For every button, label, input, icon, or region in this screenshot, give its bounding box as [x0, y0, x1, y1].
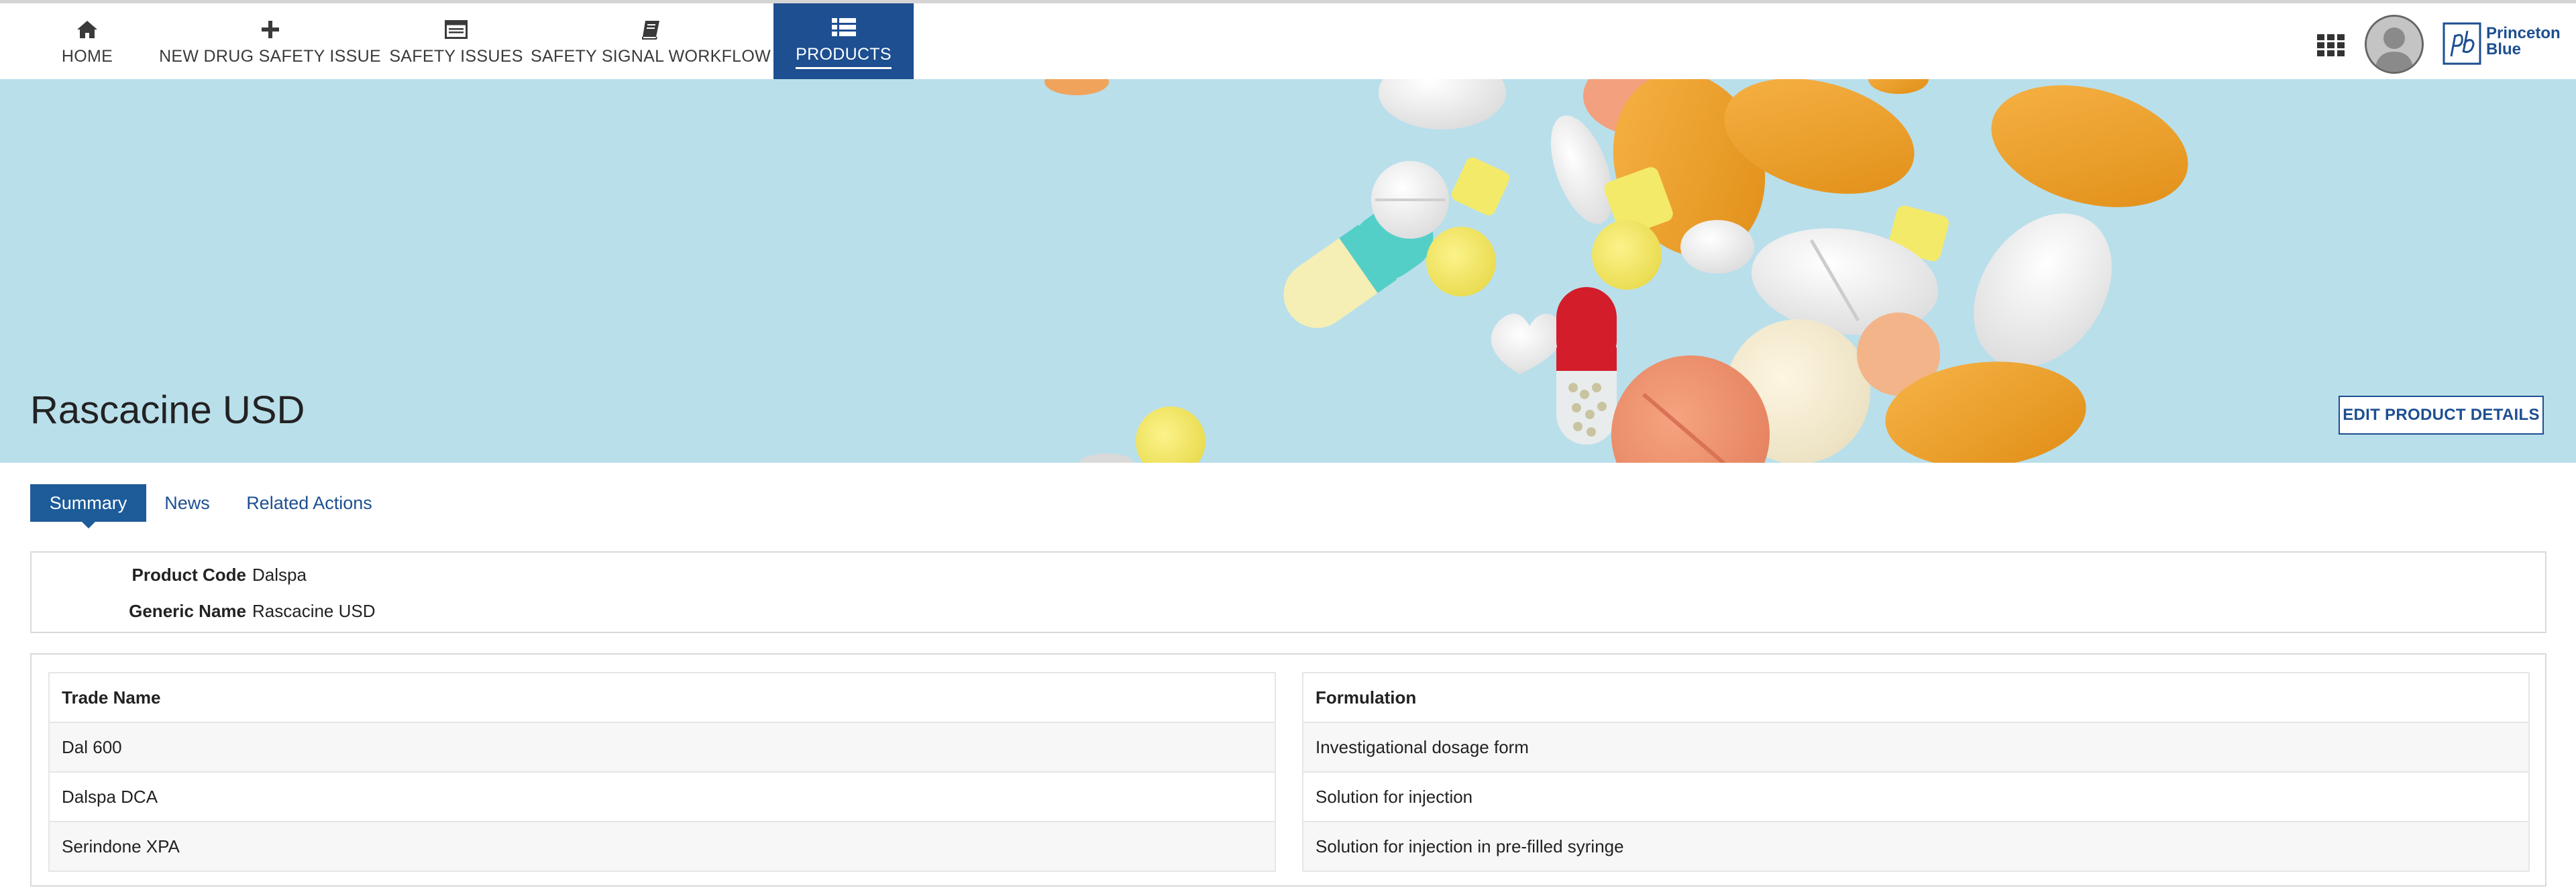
list-window-icon [445, 16, 468, 43]
table-row: Serindone XPA [48, 821, 1276, 872]
formulation-cell: Investigational dosage form [1302, 722, 2530, 773]
table-list-icon [830, 14, 857, 41]
product-title: Rascacine USD [30, 388, 305, 432]
app-grid-icon[interactable] [2314, 32, 2348, 59]
brand-line2: Blue [2486, 40, 2522, 58]
plus-icon [260, 16, 280, 43]
home-icon [76, 16, 99, 43]
brand-name: Princeton Blue [2486, 25, 2561, 58]
edit-product-details-button[interactable]: EDIT PRODUCT DETAILS [2339, 396, 2544, 435]
generic-name-row: Generic Name Rascacine USD [32, 601, 2545, 628]
nav-safety-signal-workflow-label: SAFETY SIGNAL WORKFLOW [530, 47, 771, 66]
pb-logo-icon [2443, 22, 2481, 65]
nav-safety-signal-workflow[interactable]: SAFETY SIGNAL WORKFLOW [531, 3, 771, 79]
nav-products[interactable]: PRODUCTS [773, 3, 914, 79]
book-icon [640, 16, 661, 43]
tab-related-actions[interactable]: Related Actions [239, 484, 380, 522]
product-code-label: Product Code [131, 565, 246, 585]
nav-new-drug-safety-issue-label: NEW DRUG SAFETY ISSUE [159, 47, 381, 66]
trade-name-table: Trade Name Dal 600 Dalspa DCA Serindone … [48, 672, 1276, 872]
top-navigation-bar: HOME NEW DRUG SAFETY ISSUE SAFETY ISSUES… [0, 3, 2576, 79]
product-code-value: Dalspa [252, 565, 307, 585]
formulation-cell: Solution for injection [1302, 771, 2530, 822]
tab-summary[interactable]: Summary [30, 484, 146, 528]
brand-line1: Princeton [2486, 24, 2561, 42]
nav-safety-issues[interactable]: SAFETY ISSUES [389, 3, 523, 79]
product-code-row: Product Code Dalspa [32, 565, 2545, 592]
formulation-header: Formulation [1302, 672, 2530, 723]
trade-name-cell: Serindone XPA [48, 821, 1276, 872]
table-row: Solution for injection [1302, 771, 2530, 822]
table-row: Dalspa DCA [48, 771, 1276, 822]
generic-name-label: Generic Name [129, 601, 246, 621]
nav-products-label: PRODUCTS [796, 45, 892, 69]
nav-home[interactable]: HOME [50, 3, 124, 79]
user-avatar[interactable] [2365, 15, 2424, 74]
table-row: Investigational dosage form [1302, 722, 2530, 773]
nav-safety-issues-label: SAFETY ISSUES [389, 47, 523, 66]
hero-banner [0, 79, 2576, 463]
nav-home-label: HOME [61, 47, 113, 66]
pills-banner-image [0, 79, 2576, 463]
nav-new-drug-safety-issue[interactable]: NEW DRUG SAFETY ISSUE [159, 3, 381, 79]
table-row: Solution for injection in pre-filled syr… [1302, 821, 2530, 872]
tab-news[interactable]: News [154, 484, 220, 522]
trade-formulation-panel: Trade Name Dal 600 Dalspa DCA Serindone … [30, 653, 2546, 887]
trade-name-cell: Dalspa DCA [48, 771, 1276, 822]
product-summary-panel: Product Code Dalspa Generic Name Rascaci… [30, 551, 2546, 633]
trade-name-header: Trade Name [48, 672, 1276, 723]
generic-name-value: Rascacine USD [252, 601, 376, 621]
formulation-table: Formulation Investigational dosage form … [1302, 672, 2530, 872]
table-row: Dal 600 [48, 722, 1276, 773]
user-silhouette-icon [2367, 17, 2422, 72]
trade-name-cell: Dal 600 [48, 722, 1276, 773]
formulation-cell: Solution for injection in pre-filled syr… [1302, 821, 2530, 872]
